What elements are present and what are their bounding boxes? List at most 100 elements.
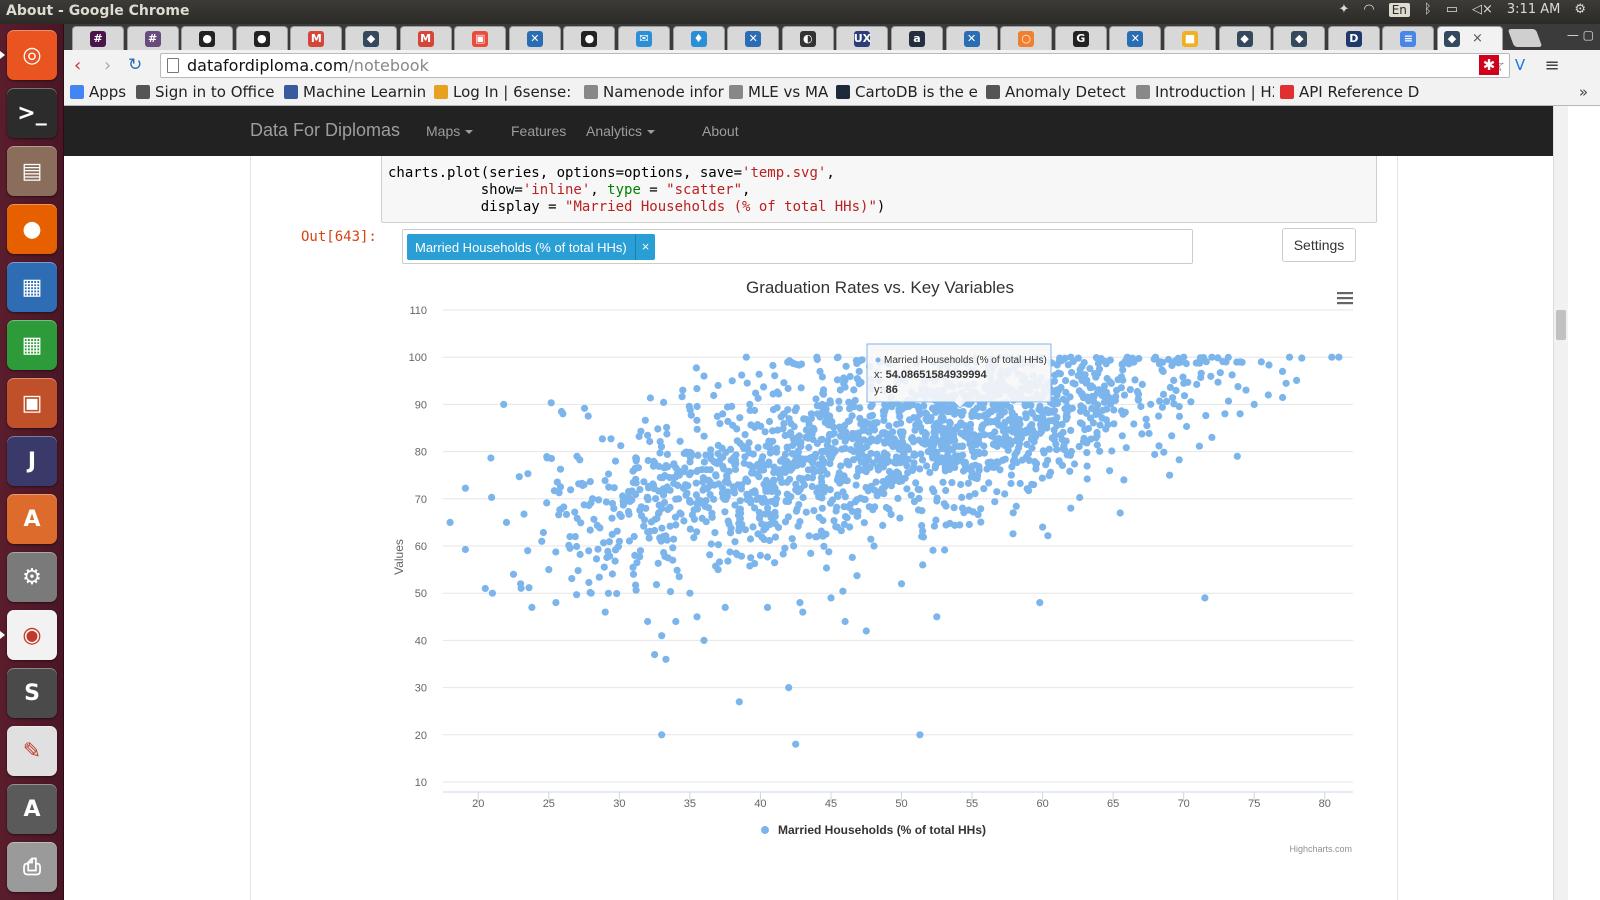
scatter-point[interactable] — [974, 511, 982, 519]
scatter-point[interactable] — [1168, 432, 1176, 440]
scatter-point[interactable] — [748, 469, 756, 477]
scatter-point[interactable] — [1001, 455, 1009, 463]
files-icon[interactable]: ▤ — [7, 146, 57, 196]
scatter-point[interactable] — [660, 398, 668, 406]
scatter-point[interactable] — [907, 491, 915, 499]
scatter-point[interactable] — [1207, 372, 1215, 380]
scatter-point[interactable] — [702, 497, 710, 505]
scatter-point[interactable] — [850, 456, 858, 464]
scatter-point[interactable] — [1076, 419, 1084, 427]
scatter-point[interactable] — [896, 428, 904, 436]
scatter-point[interactable] — [670, 479, 678, 487]
scatter-point[interactable] — [552, 599, 560, 607]
tab-mail[interactable]: ✉ — [618, 26, 670, 50]
scatter-point[interactable] — [810, 507, 818, 515]
scatter-point[interactable] — [1298, 354, 1306, 362]
scatter-point[interactable] — [617, 442, 625, 450]
scatter-point[interactable] — [539, 528, 547, 537]
scatter-point[interactable] — [926, 468, 934, 477]
scatter-point[interactable] — [888, 473, 896, 481]
scatter-point[interactable] — [897, 580, 906, 588]
tab-yellow[interactable]: ■ — [1164, 26, 1216, 50]
scatter-point[interactable] — [693, 385, 701, 393]
scatter-point[interactable] — [678, 393, 686, 401]
scatter-point[interactable] — [1180, 392, 1189, 400]
scatter-point[interactable] — [716, 420, 724, 428]
scatter-point[interactable] — [613, 590, 621, 598]
scatter-point[interactable] — [1069, 379, 1077, 387]
scatter-point[interactable] — [605, 538, 613, 546]
scatter-point[interactable] — [772, 495, 780, 503]
scatter-point[interactable] — [1086, 365, 1094, 373]
scatter-point[interactable] — [957, 480, 965, 489]
scatter-point[interactable] — [808, 466, 816, 474]
scatter-point[interactable] — [580, 404, 589, 412]
scatter-point[interactable] — [772, 448, 781, 456]
scatter-point[interactable] — [769, 406, 778, 414]
scatter-point[interactable] — [693, 613, 701, 621]
scatter-point[interactable] — [654, 559, 662, 567]
scatter-point[interactable] — [817, 436, 825, 444]
scatter-point[interactable] — [1039, 447, 1047, 455]
scatter-point[interactable] — [1038, 474, 1046, 482]
scatter-point[interactable] — [636, 547, 645, 555]
scatter-point[interactable] — [1106, 378, 1114, 386]
scatter-point[interactable] — [756, 551, 764, 559]
ubuntu-dash-icon[interactable]: ◎ — [0, 30, 57, 80]
scatter-point[interactable] — [706, 491, 714, 499]
scatter-point[interactable] — [819, 516, 827, 525]
scatter-point[interactable] — [608, 530, 616, 538]
scatter-point[interactable] — [1170, 376, 1178, 384]
nav-analytics[interactable]: Analytics — [586, 123, 656, 139]
scatter-point[interactable] — [818, 484, 826, 492]
scatter-point[interactable] — [977, 518, 985, 526]
scatter-point[interactable] — [735, 507, 743, 515]
scatter-point[interactable] — [787, 420, 795, 428]
tab-generic-3[interactable]: ◆ — [1218, 26, 1271, 50]
scatter-point[interactable] — [780, 379, 788, 387]
scatter-point[interactable] — [669, 556, 677, 564]
scatter-point[interactable] — [602, 498, 610, 506]
scatter-point[interactable] — [1050, 387, 1058, 395]
scatter-point[interactable] — [1147, 400, 1155, 408]
scatter-point[interactable] — [685, 471, 694, 479]
scatter-point[interactable] — [890, 458, 898, 466]
scatter-point[interactable] — [1058, 357, 1066, 365]
scatter-point[interactable] — [755, 370, 763, 378]
scatter-point[interactable] — [1015, 416, 1024, 424]
scatter-point[interactable] — [1081, 426, 1089, 434]
scatter-point[interactable] — [754, 394, 762, 402]
update-manager-icon[interactable]: A — [7, 784, 57, 834]
scatter-point[interactable] — [700, 372, 708, 380]
scatter-point[interactable] — [1160, 448, 1168, 456]
scatter-point[interactable] — [653, 514, 661, 522]
scatter-point[interactable] — [660, 464, 668, 472]
scatter-point[interactable] — [694, 466, 702, 475]
scatter-point[interactable] — [851, 498, 859, 506]
scatter-point[interactable] — [773, 388, 781, 396]
scatter-point[interactable] — [826, 397, 834, 405]
scatter-point[interactable] — [692, 364, 700, 372]
scatter-point[interactable] — [804, 473, 812, 482]
scatter-point[interactable] — [763, 553, 772, 561]
scatter-point[interactable] — [867, 436, 875, 444]
scatter-point[interactable] — [826, 460, 834, 468]
scatter-point[interactable] — [595, 496, 603, 504]
scatter-point[interactable] — [1039, 523, 1047, 531]
scatter-point[interactable] — [741, 431, 749, 439]
scatter-point[interactable] — [832, 523, 840, 531]
volume-icon[interactable]: ◁× — [1472, 2, 1493, 17]
scatter-point[interactable] — [1116, 509, 1124, 517]
window-controls[interactable]: — ▢ — [1567, 28, 1594, 42]
writer-icon[interactable]: ▦ — [7, 262, 57, 312]
scatter-point[interactable] — [894, 494, 902, 502]
scatter-point[interactable] — [914, 506, 923, 514]
scatter-point[interactable] — [1257, 358, 1265, 366]
scatter-point[interactable] — [1053, 446, 1061, 454]
scatter-point[interactable] — [672, 617, 680, 626]
scatter-point[interactable] — [573, 542, 581, 551]
scatter-point[interactable] — [745, 461, 754, 469]
scatter-point[interactable] — [680, 484, 688, 492]
tab-generic-2[interactable]: ▣ — [454, 26, 507, 50]
scatter-point[interactable] — [916, 465, 924, 473]
